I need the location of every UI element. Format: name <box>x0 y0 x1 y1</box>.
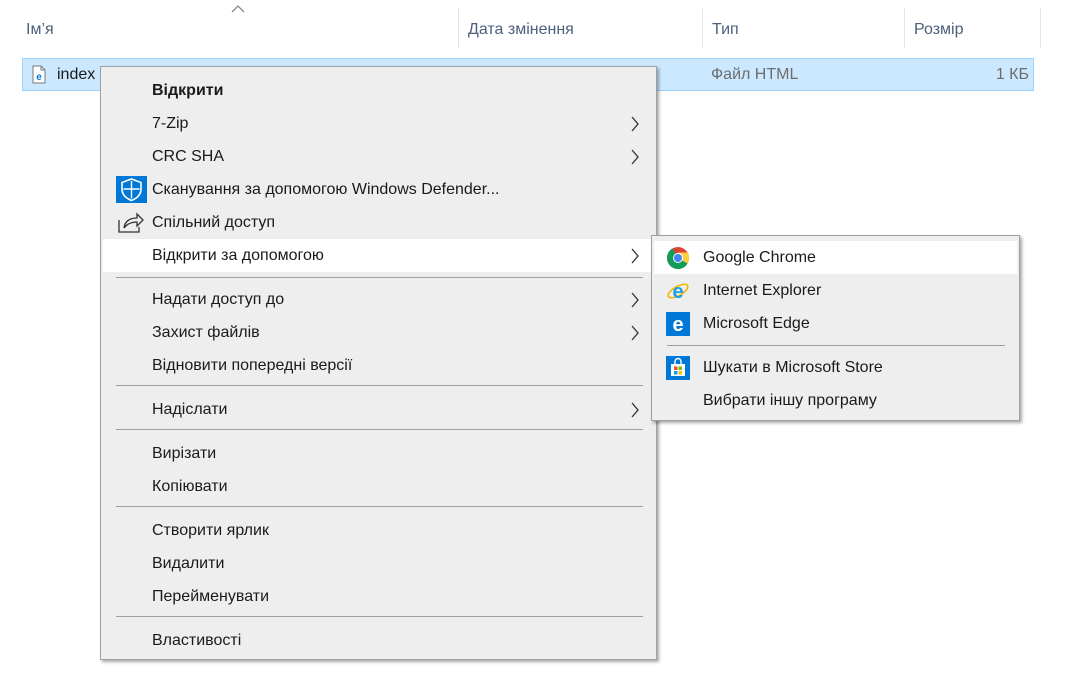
menu-item-defender-scan[interactable]: Сканування за допомогою Windows Defender… <box>103 173 654 206</box>
menu-separator <box>116 385 643 386</box>
file-type: Файл HTML <box>711 66 799 83</box>
column-divider[interactable] <box>458 8 459 48</box>
menu-item-label: Створити ярлик <box>152 522 269 539</box>
menu-item-give-access[interactable]: Надати доступ до <box>103 283 654 316</box>
menu-item-label: Спільний доступ <box>152 214 276 231</box>
windows-defender-shield-icon <box>116 176 147 203</box>
menu-item-label: Видалити <box>152 555 225 572</box>
menu-item-label: Копіювати <box>152 478 228 495</box>
submenu-item-label: Вибрати іншу програму <box>703 392 877 409</box>
microsoft-edge-icon: e <box>666 312 690 336</box>
submenu-separator <box>667 345 1005 346</box>
menu-item-protect-files[interactable]: Захист файлів <box>103 316 654 349</box>
menu-item-copy[interactable]: Копіювати <box>103 470 654 503</box>
submenu-item-microsoft-store[interactable]: Шукати в Microsoft Store <box>654 351 1017 384</box>
column-name-header[interactable]: Ім’я <box>20 0 54 48</box>
menu-item-label: Сканування за допомогою Windows Defender… <box>152 181 500 198</box>
menu-item-send-to[interactable]: Надіслати <box>103 393 654 426</box>
share-icon <box>118 212 144 233</box>
menu-item-label: Відкрити <box>152 82 224 99</box>
menu-item-create-shortcut[interactable]: Створити ярлик <box>103 514 654 547</box>
submenu-item-label: Microsoft Edge <box>703 315 810 332</box>
menu-item-label: Властивості <box>152 632 242 649</box>
chevron-right-icon <box>631 402 639 418</box>
menu-item-open[interactable]: Відкрити <box>103 74 654 107</box>
svg-text:e: e <box>672 314 683 336</box>
menu-separator <box>116 616 643 617</box>
svg-text:e: e <box>672 281 683 303</box>
internet-explorer-icon: e <box>667 281 689 303</box>
menu-separator <box>116 506 643 507</box>
chevron-right-icon <box>631 149 639 165</box>
menu-item-label: Відкрити за допомогою <box>152 247 324 264</box>
menu-separator <box>116 429 643 430</box>
menu-item-restore-versions[interactable]: Відновити попередні версії <box>103 349 654 382</box>
svg-text:e: e <box>36 72 42 83</box>
chevron-right-icon <box>631 325 639 341</box>
menu-item-label: Перейменувати <box>152 588 269 605</box>
submenu-item-chrome[interactable]: Google Chrome <box>654 241 1017 274</box>
menu-item-label: Захист файлів <box>152 324 260 341</box>
google-chrome-icon <box>667 247 689 269</box>
menu-item-share[interactable]: Спільний доступ <box>103 206 654 239</box>
chevron-right-icon <box>631 292 639 308</box>
menu-item-label: CRC SHA <box>152 148 225 165</box>
menu-item-label: Надіслати <box>152 401 228 418</box>
sort-ascending-icon <box>231 5 245 13</box>
menu-item-delete[interactable]: Видалити <box>103 547 654 580</box>
menu-separator <box>116 277 643 278</box>
open-with-submenu: Google Chrome e Internet Explorer e Micr… <box>651 235 1020 421</box>
column-header: Ім’я Дата змінення Тип Розмір <box>0 0 1069 48</box>
menu-item-label: Відновити попередні версії <box>152 357 353 374</box>
file-name: index <box>57 66 96 83</box>
submenu-item-label: Шукати в Microsoft Store <box>703 359 883 376</box>
file-size: 1 КБ <box>995 66 1029 83</box>
menu-item-crc-sha[interactable]: CRC SHA <box>103 140 654 173</box>
column-divider[interactable] <box>702 8 703 48</box>
submenu-item-label: Internet Explorer <box>703 282 822 299</box>
submenu-item-label: Google Chrome <box>703 249 816 266</box>
menu-item-open-with[interactable]: Відкрити за допомогою <box>103 239 654 272</box>
submenu-item-internet-explorer[interactable]: e Internet Explorer <box>654 274 1017 307</box>
submenu-item-choose-other-app[interactable]: Вибрати іншу програму <box>654 384 1017 417</box>
chevron-right-icon <box>631 116 639 132</box>
chevron-right-icon <box>631 248 639 264</box>
menu-item-label: Вирізати <box>152 445 217 462</box>
edge-html-file-icon: e <box>32 65 46 84</box>
column-divider[interactable] <box>904 8 905 48</box>
column-type-header[interactable]: Тип <box>706 0 739 48</box>
column-divider[interactable] <box>1040 8 1041 48</box>
column-size-header[interactable]: Розмір <box>908 0 963 48</box>
menu-item-label: Надати доступ до <box>152 291 285 308</box>
menu-item-rename[interactable]: Перейменувати <box>103 580 654 613</box>
context-menu: Відкрити 7-Zip CRC SHA Сканування за доп… <box>100 66 657 660</box>
microsoft-store-icon <box>666 356 690 380</box>
menu-item-label: 7-Zip <box>152 115 189 132</box>
menu-item-7zip[interactable]: 7-Zip <box>103 107 654 140</box>
column-date-header[interactable]: Дата змінення <box>462 0 574 48</box>
menu-item-cut[interactable]: Вирізати <box>103 437 654 470</box>
menu-item-properties[interactable]: Властивості <box>103 624 654 657</box>
submenu-item-edge[interactable]: e Microsoft Edge <box>654 307 1017 340</box>
